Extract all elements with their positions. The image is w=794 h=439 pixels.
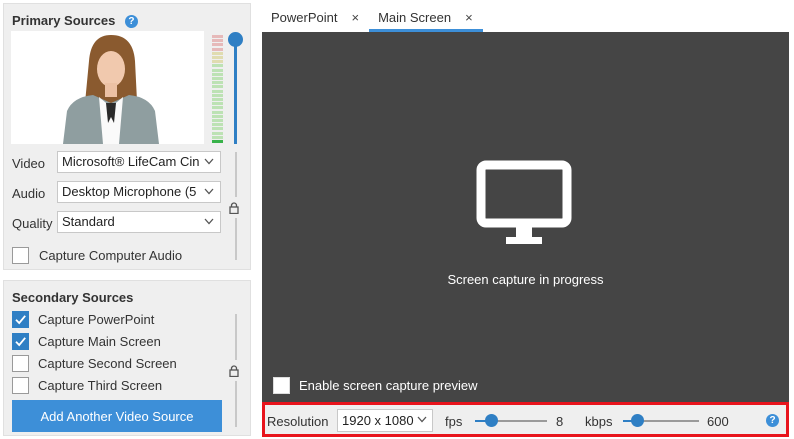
capture-main-screen-checkbox[interactable] <box>12 333 29 350</box>
fps-label: fps <box>445 414 463 429</box>
meter-segment <box>212 39 223 43</box>
volume-slider-thumb[interactable] <box>228 32 243 47</box>
meter-segment <box>212 131 223 135</box>
kbps-slider-thumb[interactable] <box>630 414 644 427</box>
audio-device-select[interactable]: Desktop Microphone (5 <box>57 181 221 203</box>
meter-segment <box>212 135 223 139</box>
meter-segment <box>212 51 223 55</box>
divider <box>235 218 237 260</box>
primary-sources-title-text: Primary Sources <box>12 13 116 28</box>
enable-preview-checkbox[interactable] <box>273 377 290 394</box>
monitor-icon <box>476 160 572 244</box>
meter-segment <box>212 85 223 89</box>
close-icon[interactable]: × <box>351 10 359 25</box>
capture-second-screen-checkbox[interactable] <box>12 355 29 372</box>
meter-segment <box>212 68 223 72</box>
divider <box>235 314 237 360</box>
capture-computer-audio-checkbox[interactable] <box>12 247 29 264</box>
meter-segment <box>212 119 223 122</box>
meter-segment <box>212 98 223 101</box>
meter-segment <box>212 64 223 68</box>
quality-value: Standard <box>62 214 115 229</box>
meter-segment <box>212 127 223 131</box>
volume-slider-track[interactable] <box>234 38 237 144</box>
chevron-down-icon <box>204 158 214 165</box>
quality-label: Quality <box>12 216 53 231</box>
meter-segment <box>212 43 223 47</box>
capture-powerpoint-option[interactable]: Capture PowerPoint <box>12 311 154 328</box>
meter-segment <box>212 47 223 51</box>
video-device-value: Microsoft® LifeCam Cin <box>62 154 200 169</box>
webcam-preview <box>11 31 204 144</box>
resolution-select[interactable]: 1920 x 1080 <box>337 409 433 432</box>
chevron-down-icon <box>204 188 214 195</box>
tab-label: PowerPoint <box>271 10 338 25</box>
chevron-down-icon <box>204 218 214 225</box>
audio-device-value: Desktop Microphone (5 <box>62 184 197 199</box>
capture-main-screen-label: Capture Main Screen <box>38 334 161 349</box>
primary-sources-title: Primary Sources ? <box>12 13 138 29</box>
capture-powerpoint-checkbox[interactable] <box>12 311 29 328</box>
meter-segment <box>212 123 223 127</box>
meter-segment <box>212 140 223 143</box>
lock-icon[interactable] <box>229 202 239 214</box>
meter-segment <box>212 102 223 106</box>
capture-third-screen-label: Capture Third Screen <box>38 378 163 393</box>
fps-value: 8 <box>556 414 564 429</box>
capture-second-screen-label: Capture Second Screen <box>38 356 177 371</box>
meter-segment <box>212 72 223 76</box>
primary-sources-panel: Primary Sources ? Video Microsoft® LifeC… <box>3 3 251 270</box>
audio-level-meter <box>212 35 223 145</box>
meter-segment <box>212 35 223 38</box>
video-label: Video <box>12 156 46 171</box>
lock-icon[interactable] <box>229 365 239 377</box>
capture-powerpoint-label: Capture PowerPoint <box>38 312 155 327</box>
divider <box>235 381 237 427</box>
quality-select[interactable]: Standard <box>57 211 221 233</box>
capture-computer-audio-label: Capture Computer Audio <box>39 248 183 263</box>
tab-label: Main Screen <box>378 10 452 25</box>
meter-segment <box>212 106 223 110</box>
screen-capture-stage: Screen capture in progress Enable screen… <box>262 32 789 402</box>
kbps-label: kbps <box>585 414 613 429</box>
capture-main-screen-option[interactable]: Capture Main Screen <box>12 333 161 350</box>
meter-segment <box>212 114 223 118</box>
capture-status-message: Screen capture in progress <box>447 272 604 287</box>
meter-segment <box>212 56 223 59</box>
enable-preview-option[interactable]: Enable screen capture preview <box>273 377 478 394</box>
capture-second-screen-option[interactable]: Capture Second Screen <box>12 355 177 372</box>
kbps-value: 600 <box>707 414 729 429</box>
audio-label: Audio <box>12 186 46 201</box>
meter-segment <box>212 93 223 97</box>
help-icon[interactable]: ? <box>124 15 138 29</box>
capture-computer-audio-option[interactable]: Capture Computer Audio <box>12 247 182 264</box>
close-icon[interactable]: × <box>465 10 473 25</box>
enable-preview-label: Enable screen capture preview <box>299 378 478 393</box>
meter-segment <box>212 77 223 80</box>
resolution-value: 1920 x 1080 <box>342 413 414 428</box>
add-video-source-button[interactable]: Add Another Video Source <box>12 400 222 432</box>
divider <box>235 152 237 197</box>
webcam-person-image <box>11 31 204 144</box>
capture-third-screen-checkbox[interactable] <box>12 377 29 394</box>
resolution-label: Resolution <box>267 414 329 429</box>
meter-segment <box>212 110 223 114</box>
meter-segment <box>212 89 223 93</box>
secondary-sources-panel: Secondary Sources Capture PowerPoint Cap… <box>3 280 251 436</box>
capture-settings-bar: Resolution 1920 x 1080 fps 8 kbps 600 ? <box>262 402 789 437</box>
chevron-down-icon <box>417 416 427 423</box>
tab-main-screen[interactable]: Main Screen × <box>369 3 483 32</box>
tab-bar: PowerPoint × Main Screen × <box>262 3 483 32</box>
meter-segment <box>212 81 223 85</box>
fps-slider-thumb[interactable] <box>484 414 498 427</box>
tab-powerpoint[interactable]: PowerPoint × <box>262 3 369 32</box>
help-icon[interactable]: ? <box>766 414 779 427</box>
video-device-select[interactable]: Microsoft® LifeCam Cin <box>57 151 221 173</box>
capture-third-screen-option[interactable]: Capture Third Screen <box>12 377 162 394</box>
secondary-sources-title: Secondary Sources <box>12 290 134 305</box>
meter-segment <box>212 60 223 64</box>
